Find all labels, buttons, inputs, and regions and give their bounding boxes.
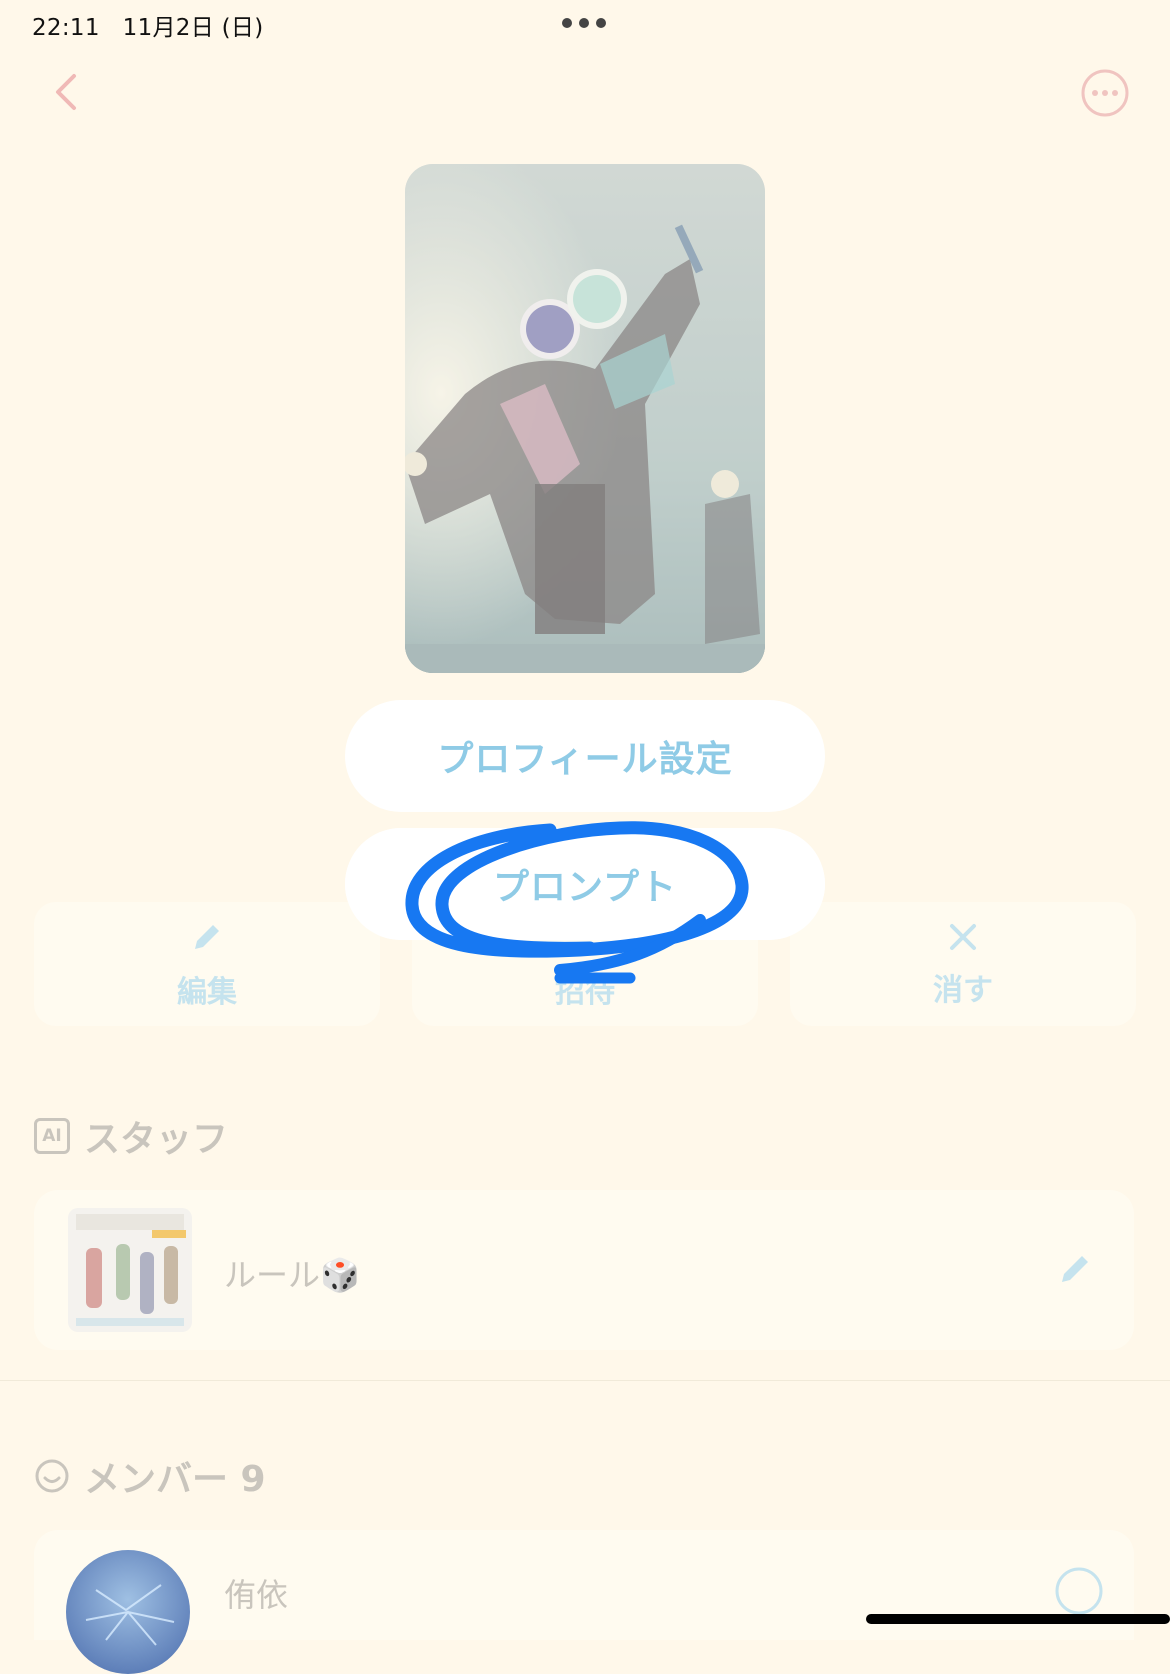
group-cover-image[interactable] [405, 164, 765, 673]
section-divider [0, 1380, 1170, 1381]
member-avatar [66, 1550, 190, 1674]
edit-action[interactable]: 編集 [34, 902, 380, 1026]
smile-icon [35, 1459, 69, 1493]
staff-title-text: スタッフ [84, 1119, 229, 1160]
ai-badge-icon: AI [34, 1118, 70, 1154]
edit-label: 編集 [177, 975, 237, 1010]
cover-illustration [405, 164, 765, 673]
member-more-icon[interactable] [1054, 1566, 1104, 1616]
staff-section-title: AI スタッフ [34, 1110, 228, 1162]
more-options-button[interactable] [1080, 68, 1130, 118]
status-time: 22:11 11月2日 (日) [32, 8, 264, 42]
status-date: 11月2日 (日) [122, 15, 264, 41]
chevron-left-icon [56, 74, 76, 110]
back-button[interactable] [44, 70, 88, 114]
annotation-circle [405, 821, 749, 984]
member-name: 侑依 [224, 1576, 289, 1614]
close-icon [950, 924, 976, 950]
pencil-icon [195, 925, 219, 949]
staff-list-item[interactable]: ルール🎲 [34, 1190, 1134, 1350]
ai-badge-label: AI [42, 1126, 62, 1146]
staff-name: ルール🎲 [224, 1256, 360, 1294]
members-title-text: メンバー 9 [84, 1459, 266, 1500]
home-indicator[interactable] [866, 1614, 1170, 1624]
delete-action[interactable]: 消す [790, 902, 1136, 1026]
profile-settings-label: プロフィール設定 [437, 739, 733, 780]
edit-staff-icon[interactable] [1056, 1248, 1096, 1288]
profile-settings-button[interactable]: プロフィール設定 [345, 700, 825, 812]
ellipsis-circle-icon [1081, 69, 1129, 117]
multitasking-dots[interactable] [562, 18, 606, 28]
status-time-value: 22:11 [32, 15, 100, 41]
staff-avatar [68, 1208, 192, 1332]
delete-label: 消す [933, 973, 993, 1008]
members-section-title: メンバー 9 [34, 1450, 266, 1502]
